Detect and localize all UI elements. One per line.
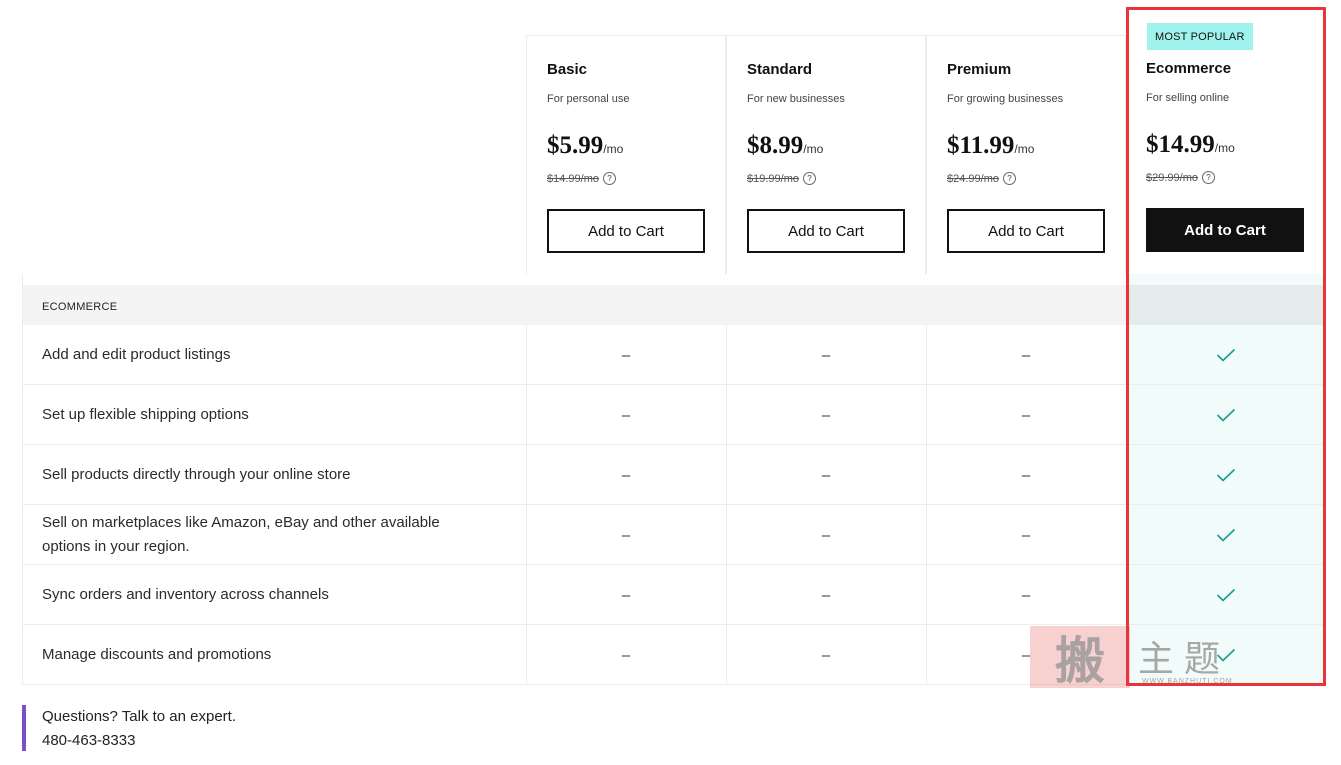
add-to-cart-button-basic[interactable]: Add to Cart: [547, 209, 705, 253]
not-included-dash: –: [821, 586, 831, 604]
plan-price: $5.99/mo: [547, 132, 624, 159]
plan-name: Premium: [947, 61, 1012, 78]
plan-original-price: $19.99/mo?: [747, 172, 816, 185]
not-included-dash: –: [621, 526, 631, 544]
help-circle-icon[interactable]: ?: [1002, 172, 1016, 185]
not-included-dash: –: [621, 346, 631, 364]
feature-label: Add and edit product listings: [42, 346, 231, 363]
plan-subtitle: For personal use: [547, 93, 630, 105]
feature-label: Sell on marketplaces like Amazon, eBay a…: [42, 514, 440, 555]
add-to-cart-button-standard[interactable]: Add to Cart: [747, 209, 905, 253]
not-included-dash: –: [821, 646, 831, 664]
not-included-dash: –: [621, 466, 631, 484]
feature-label: Sync orders and inventory across channel…: [42, 586, 329, 603]
plan-name: Standard: [747, 61, 813, 78]
column-divider: [726, 325, 727, 685]
add-to-cart-button-premium[interactable]: Add to Cart: [947, 209, 1105, 253]
feature-label: Manage discounts and promotions: [42, 646, 272, 663]
not-included-dash: –: [821, 406, 831, 424]
not-included-dash: –: [821, 526, 831, 544]
not-included-dash: –: [1021, 346, 1031, 364]
section-title: ECOMMERCE: [42, 301, 118, 313]
not-included-dash: –: [621, 586, 631, 604]
help-circle-icon[interactable]: ?: [802, 172, 816, 185]
plan-original-price: $24.99/mo?: [947, 172, 1016, 185]
plan-card-standard: Standard For new businesses $8.99/mo $19…: [726, 35, 926, 274]
not-included-dash: –: [821, 346, 831, 364]
feature-label: Set up flexible shipping options: [42, 406, 249, 423]
highlight-annotation-box: [1126, 7, 1326, 686]
plan-price: $11.99/mo: [947, 132, 1035, 159]
table-left-border: [22, 274, 23, 685]
plan-price: $8.99/mo: [747, 132, 824, 159]
watermark-stamp: 搬: [1030, 626, 1130, 690]
column-divider: [526, 325, 527, 685]
contact-phone-link[interactable]: 480-463-8333: [42, 729, 422, 753]
not-included-dash: –: [621, 646, 631, 664]
plan-subtitle: For growing businesses: [947, 93, 1064, 105]
not-included-dash: –: [621, 406, 631, 424]
feature-label: Sell products directly through your onli…: [42, 466, 351, 483]
plan-card-basic: Basic For personal use $5.99/mo $14.99/m…: [526, 35, 726, 274]
not-included-dash: –: [1021, 526, 1031, 544]
plan-subtitle: For new businesses: [747, 93, 845, 105]
contact-expert: Questions? Talk to an expert. 480-463-83…: [22, 705, 422, 751]
help-circle-icon[interactable]: ?: [602, 172, 616, 185]
not-included-dash: –: [821, 466, 831, 484]
plan-card-premium: Premium For growing businesses $11.99/mo…: [926, 35, 1126, 274]
not-included-dash: –: [1021, 466, 1031, 484]
plan-original-price: $14.99/mo?: [547, 172, 616, 185]
not-included-dash: –: [1021, 406, 1031, 424]
column-divider: [926, 325, 927, 685]
contact-question: Questions? Talk to an expert.: [42, 708, 237, 725]
not-included-dash: –: [1021, 586, 1031, 604]
plan-name: Basic: [547, 61, 588, 78]
